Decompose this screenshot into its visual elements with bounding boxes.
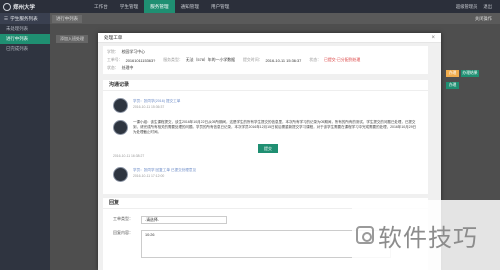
avatar <box>113 167 128 182</box>
watermark-text: 软件技巧 <box>378 223 478 252</box>
watermark: 软件技巧 <box>352 200 500 270</box>
sidebar-item-unprocessed[interactable]: 未处理列表 <box>0 24 50 34</box>
topnav-item-services[interactable]: 服务管理 <box>144 0 175 13</box>
college-label: 学院： <box>107 49 119 54</box>
record-time: 2016-10-11 17:12:00 <box>133 174 165 178</box>
record-time: 2016-10-11 16:38:27 <box>113 154 145 158</box>
submit-time-label: 提交时间： <box>243 57 263 62</box>
college-value: 校园学习中心 <box>121 49 146 54</box>
ticket-type-row: 工单类型： -请选择- <box>113 216 227 224</box>
communication-records: 沟通记录 学员：张同学(2016) 提交工单 2016-10-11 15:36:… <box>103 80 428 194</box>
list-icon: ☰ <box>4 16 9 21</box>
ticket-no-value: 2016101115363? <box>125 57 156 63</box>
watermark-logo-icon <box>356 226 374 244</box>
reply-content-label: 回复内容： <box>113 230 133 235</box>
sidebar: ☰ 学生服务列表 未处理列表 进行中列表 已完成列表 <box>0 13 50 270</box>
top-right: 超级管理员 退出 <box>456 4 500 10</box>
topnav-item-users[interactable]: 用户管理 <box>205 0 235 13</box>
handle-button-2[interactable]: 办理 <box>446 82 459 89</box>
record-time: 2016-10-11 15:36:37 <box>133 105 165 109</box>
sidebar-item-completed[interactable]: 已完成列表 <box>0 44 50 54</box>
logo-text: 郑州大学 <box>13 4 36 11</box>
service-type-value: 无法（578）年的一小学数据 <box>185 57 236 62</box>
topnav-item-students[interactable]: 学生管理 <box>114 0 144 13</box>
ticket-type-label: 工单类型： <box>113 216 133 221</box>
records-title: 沟通记录 <box>103 80 428 91</box>
status-value: 已提交·已分配到处理 <box>324 57 361 62</box>
tab-bar: 进行中列表 关闭操作 <box>50 13 500 24</box>
topnav-item-workbench[interactable]: 工作台 <box>88 0 114 13</box>
topnav-item-notices[interactable]: 通知管理 <box>175 0 205 13</box>
ticket-no-label: 工单号： <box>107 57 123 62</box>
sidebar-group-student-services[interactable]: ☰ 学生服务列表 <box>0 13 50 24</box>
logout-link[interactable]: 退出 <box>483 4 492 10</box>
record-text: 一课小组：该生课程提交，该生2016年10月22日从05所期间，这是学生的所有学… <box>133 120 417 135</box>
record-author: 学员：张同学 回复工单 已提交处理意见 <box>133 168 197 172</box>
result-button[interactable]: 办理结果 <box>461 70 479 77</box>
current-user[interactable]: 超级管理员 <box>456 4 477 10</box>
ticket-info: 学院： 校园学习中心 工单号： 2016101115363? 服务类型： 无法（… <box>103 46 428 74</box>
state-value: 处理中 <box>121 65 134 70</box>
modal-header: 处理工单 × <box>98 33 441 43</box>
submit-button[interactable]: 提交 <box>258 144 278 153</box>
tab-in-progress[interactable]: 进行中列表 <box>52 14 82 23</box>
close-tabs-button[interactable]: 关闭操作 <box>475 16 500 22</box>
record-author: 学员：张同学(2016) 提交工单 <box>133 99 181 103</box>
add-class-button[interactable]: 添加入班处理 <box>56 35 88 43</box>
university-seal-icon <box>3 2 11 11</box>
sidebar-group-label: 学生服务列表 <box>10 16 38 21</box>
top-bar: 郑州大学 工作台 学生管理 服务管理 通知管理 用户管理 超级管理员 退出 <box>0 0 500 13</box>
service-type-label: 服务类型： <box>163 57 183 62</box>
handle-button[interactable]: 办理 <box>446 70 459 77</box>
reply-content-row: 回复内容： 10:26 <box>113 230 391 258</box>
state-label: 状态： <box>107 65 119 70</box>
ticket-type-select[interactable]: -请选择- <box>141 216 227 224</box>
sidebar-item-in-progress[interactable]: 进行中列表 <box>0 34 50 44</box>
logo: 郑州大学 <box>0 0 50 13</box>
avatar <box>113 98 128 113</box>
modal-title: 处理工单 <box>104 34 123 40</box>
status-label: 状态： <box>309 57 321 62</box>
top-nav: 工作台 学生管理 服务管理 通知管理 用户管理 <box>88 0 235 13</box>
submit-time-value: 2016-10-11 15:36:37 <box>265 57 302 63</box>
close-icon[interactable]: × <box>431 35 435 41</box>
